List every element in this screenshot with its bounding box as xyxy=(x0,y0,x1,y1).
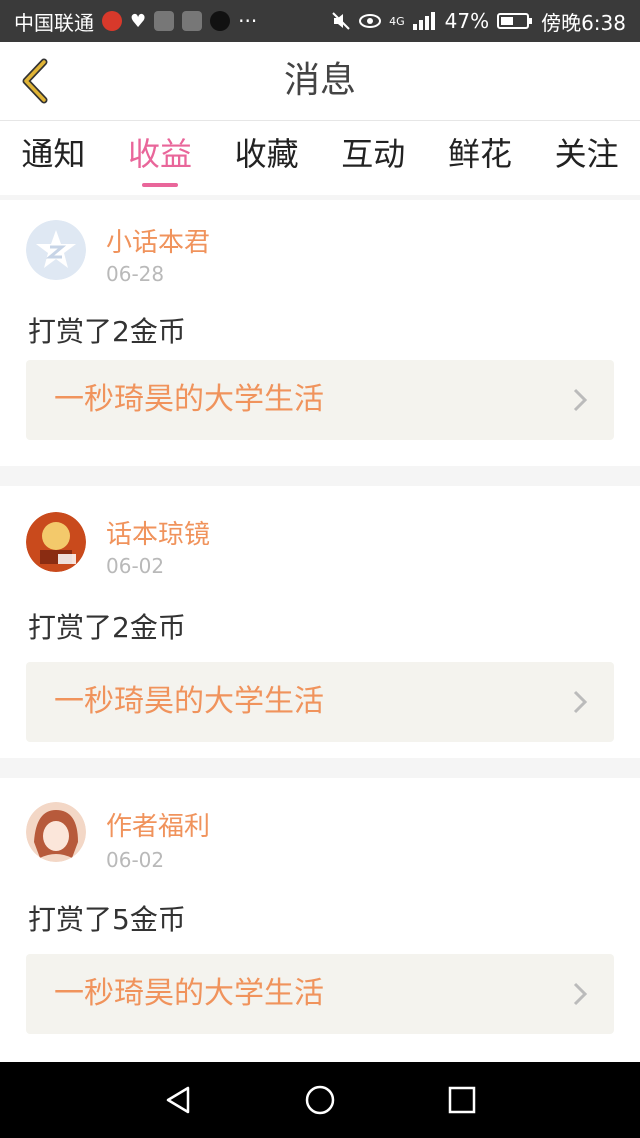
tiktok-icon xyxy=(210,11,231,31)
chevron-right-icon xyxy=(573,982,588,1006)
app-header: 消息 xyxy=(0,42,640,121)
reward-message: 打赏了5金币 xyxy=(28,903,186,936)
active-tab-indicator xyxy=(141,183,178,187)
story-link[interactable]: 一秒琦昊的大学生活 xyxy=(26,662,614,742)
message-date: 06-02 xyxy=(106,554,165,578)
user-avatar[interactable] xyxy=(26,512,86,572)
tab-earnings[interactable]: 收益 xyxy=(128,121,192,195)
mute-icon xyxy=(332,12,350,30)
carrier-name: 中国联通 xyxy=(14,10,94,35)
message-date: 06-02 xyxy=(106,848,165,872)
earning-card: 话本琼镜 06-02 打赏了2金币 一秒琦昊的大学生活 xyxy=(0,486,640,758)
earning-card: 作者福利 06-02 打赏了5金币 一秒琦昊的大学生活 xyxy=(0,778,640,1062)
page-title: 消息 xyxy=(283,60,356,101)
recents-square-icon[interactable] xyxy=(446,1084,478,1116)
status-right: 4G 47% 傍晚6:38 xyxy=(331,7,626,36)
tab-flowers[interactable]: 鲜花 xyxy=(448,121,512,195)
system-nav-bar xyxy=(0,1062,640,1138)
default-avatar-icon[interactable] xyxy=(26,220,86,280)
eye-icon xyxy=(359,14,382,28)
app-notification-icon xyxy=(154,11,175,31)
story-title: 一秒琦昊的大学生活 xyxy=(54,684,324,719)
status-left: 中国联通 ♥ ··· xyxy=(14,7,331,36)
tab-following[interactable]: 关注 xyxy=(555,121,619,195)
earning-card: 小话本君 06-28 打赏了2金币 一秒琦昊的大学生活 xyxy=(0,200,640,466)
story-link[interactable]: 一秒琦昊的大学生活 xyxy=(26,360,614,440)
user-avatar[interactable] xyxy=(26,802,86,862)
sender-name[interactable]: 话本琼镜 xyxy=(106,514,210,551)
back-arrow-icon[interactable] xyxy=(14,56,64,106)
app-notification-icon xyxy=(182,11,203,31)
reward-message: 打赏了2金币 xyxy=(28,611,186,644)
signal-icon xyxy=(412,12,435,30)
battery-percent: 47% xyxy=(444,9,490,33)
chevron-right-icon xyxy=(573,690,588,714)
story-link[interactable]: 一秒琦昊的大学生活 xyxy=(26,954,614,1034)
network-type: 4G xyxy=(389,14,405,28)
battery-icon xyxy=(497,13,533,29)
home-circle-icon[interactable] xyxy=(304,1084,336,1116)
tab-notifications[interactable]: 通知 xyxy=(21,121,85,195)
tab-bar: 通知 收益 收藏 互动 鲜花 关注 xyxy=(0,121,640,195)
clock: 傍晚6:38 xyxy=(541,10,626,35)
more-notifications: ··· xyxy=(238,9,258,33)
sender-name[interactable]: 作者福利 xyxy=(106,806,210,843)
tab-favorites[interactable]: 收藏 xyxy=(235,121,299,195)
heart-monitor-icon: ♥ xyxy=(130,10,147,32)
app-notification-icon xyxy=(102,11,122,31)
status-bar: 中国联通 ♥ ··· 4G 47% 傍晚6:38 xyxy=(0,0,640,42)
story-title: 一秒琦昊的大学生活 xyxy=(54,976,324,1011)
back-triangle-icon[interactable] xyxy=(162,1084,194,1116)
sender-name[interactable]: 小话本君 xyxy=(106,222,210,259)
tab-interactions[interactable]: 互动 xyxy=(341,121,405,195)
message-date: 06-28 xyxy=(106,262,165,286)
story-title: 一秒琦昊的大学生活 xyxy=(54,382,324,417)
chevron-right-icon xyxy=(573,388,588,412)
reward-message: 打赏了2金币 xyxy=(28,315,186,348)
